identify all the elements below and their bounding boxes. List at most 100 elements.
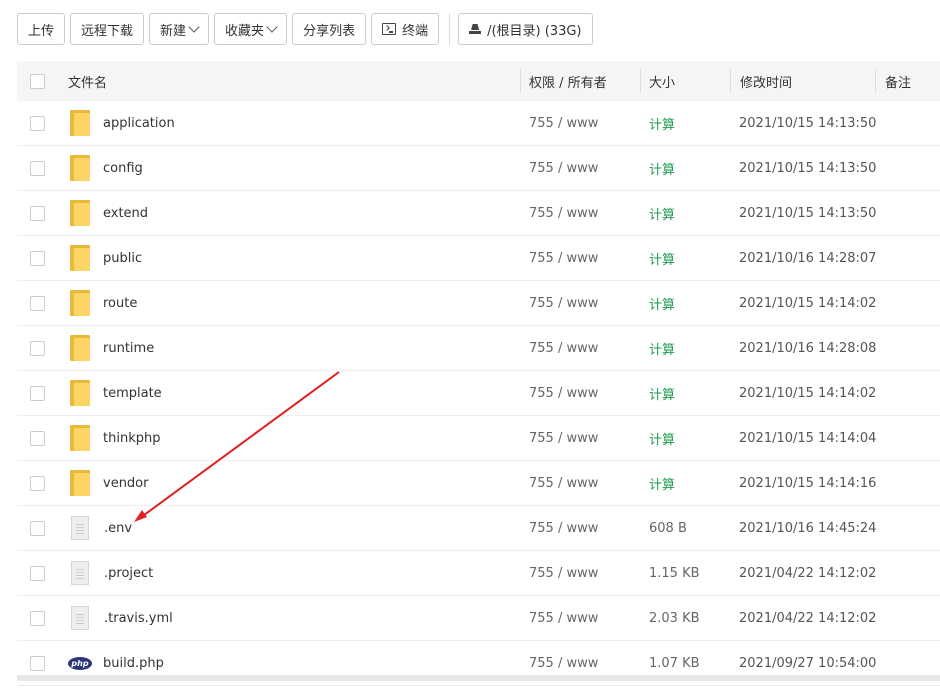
permission-owner[interactable]: 755 / www: [529, 476, 598, 491]
new-label: 新建: [160, 23, 187, 39]
file-name-cell[interactable]: .travis.yml: [68, 606, 173, 630]
file-name-cell[interactable]: runtime: [68, 335, 154, 361]
share-list-button[interactable]: 分享列表: [292, 13, 367, 45]
table-row[interactable]: application 755 / www 计算 2021/10/15 14:13:5…: [17, 101, 940, 146]
permission-owner[interactable]: 755 / www: [529, 656, 598, 671]
remote-download-button[interactable]: 远程下载: [70, 13, 145, 45]
permission-owner[interactable]: 755 / www: [529, 521, 598, 536]
file-name-cell[interactable]: extend: [68, 200, 148, 226]
file-name[interactable]: runtime: [103, 341, 154, 356]
upload-button[interactable]: 上传: [17, 13, 66, 45]
new-dropdown-button[interactable]: 新建: [149, 13, 210, 45]
permission-owner[interactable]: 755 / www: [529, 161, 598, 176]
file-name-cell[interactable]: application: [68, 110, 175, 136]
row-checkbox[interactable]: [30, 520, 45, 536]
folder-icon: [70, 155, 90, 181]
file-name-cell[interactable]: route: [68, 290, 137, 316]
file-name[interactable]: public: [103, 251, 142, 266]
file-size: 2.03 KB: [649, 610, 700, 626]
terminal-button[interactable]: 终端: [371, 13, 440, 45]
header-filename[interactable]: 文件名: [68, 72, 107, 91]
modified-time: 2021/10/15 14:13:50: [739, 160, 877, 176]
row-checkbox[interactable]: [30, 295, 45, 311]
folder-icon: [70, 335, 90, 361]
favorites-dropdown-button[interactable]: 收藏夹: [214, 13, 288, 45]
file-name[interactable]: extend: [103, 206, 148, 221]
row-checkbox[interactable]: [30, 655, 45, 671]
permission-owner[interactable]: 755 / www: [529, 386, 598, 401]
calculate-size-link[interactable]: 计算: [649, 384, 675, 403]
table-row[interactable]: thinkphp 755 / www 计算 2021/10/15 14:14:04: [17, 416, 940, 461]
row-checkbox[interactable]: [30, 205, 45, 221]
file-name[interactable]: application: [103, 116, 175, 131]
row-checkbox[interactable]: [30, 115, 45, 131]
calculate-size-link[interactable]: 计算: [649, 294, 675, 313]
table-row[interactable]: .project 755 / www 1.15 KB 2021/04/22 14:12…: [17, 551, 940, 596]
row-checkbox[interactable]: [30, 250, 45, 266]
table-row[interactable]: .travis.yml 755 / www 2.03 KB 2021/04/22 14…: [17, 596, 940, 641]
file-icon: [71, 516, 89, 540]
table-row[interactable]: template 755 / www 计算 2021/10/15 14:14:02: [17, 371, 940, 416]
calculate-size-link[interactable]: 计算: [649, 159, 675, 178]
row-checkbox[interactable]: [30, 430, 45, 446]
file-name-cell[interactable]: .project: [68, 561, 153, 585]
row-checkbox[interactable]: [30, 565, 45, 581]
header-note[interactable]: 备注: [885, 72, 911, 91]
table-row[interactable]: runtime 755 / www 计算 2021/10/16 14:28:08: [17, 326, 940, 371]
permission-owner[interactable]: 755 / www: [529, 206, 598, 221]
permission-owner[interactable]: 755 / www: [529, 611, 598, 626]
table-row[interactable]: vendor 755 / www 计算 2021/10/15 14:14:16: [17, 461, 940, 506]
calculate-size-link[interactable]: 计算: [649, 474, 675, 493]
calculate-size-link[interactable]: 计算: [649, 114, 675, 133]
row-checkbox[interactable]: [30, 385, 45, 401]
favorites-label: 收藏夹: [225, 23, 265, 39]
file-name[interactable]: .env: [104, 521, 132, 536]
permission-owner[interactable]: 755 / www: [529, 296, 598, 311]
calculate-size-link[interactable]: 计算: [649, 204, 675, 223]
row-checkbox[interactable]: [30, 340, 45, 356]
row-checkbox[interactable]: [30, 160, 45, 176]
calculate-size-link[interactable]: 计算: [649, 339, 675, 358]
column-divider: [640, 69, 641, 93]
calculate-size-link[interactable]: 计算: [649, 429, 675, 448]
permission-owner[interactable]: 755 / www: [529, 116, 598, 131]
row-checkbox[interactable]: [30, 475, 45, 491]
file-name[interactable]: config: [103, 161, 143, 176]
file-name[interactable]: vendor: [103, 476, 148, 491]
table-row[interactable]: extend 755 / www 计算 2021/10/15 14:13:50: [17, 191, 940, 236]
file-name-cell[interactable]: vendor: [68, 470, 148, 496]
file-name-cell[interactable]: thinkphp: [68, 425, 160, 451]
file-name[interactable]: .project: [104, 566, 153, 581]
permission-owner[interactable]: 755 / www: [529, 251, 598, 266]
select-all-checkbox[interactable]: [30, 73, 45, 89]
file-name[interactable]: thinkphp: [103, 431, 160, 446]
table-row[interactable]: .env 755 / www 608 B 2021/10/16 14:45:24: [17, 506, 940, 551]
file-name-cell[interactable]: template: [68, 380, 162, 406]
file-name-cell[interactable]: config: [68, 155, 143, 181]
permission-owner[interactable]: 755 / www: [529, 431, 598, 446]
permission-owner[interactable]: 755 / www: [529, 341, 598, 356]
folder-icon: [70, 380, 90, 406]
file-name[interactable]: .travis.yml: [104, 611, 173, 626]
file-name[interactable]: route: [103, 296, 137, 311]
file-name-cell[interactable]: .env: [68, 516, 132, 540]
modified-time: 2021/09/27 10:54:00: [739, 655, 877, 671]
calculate-size-link[interactable]: 计算: [649, 249, 675, 268]
table-row[interactable]: public 755 / www 计算 2021/10/16 14:28:07: [17, 236, 940, 281]
toolbar: 上传 远程下载 新建 收藏夹 分享列表 终端 /(根目录) (33G): [17, 12, 598, 46]
permission-owner[interactable]: 755 / www: [529, 566, 598, 581]
file-name-cell[interactable]: public: [68, 245, 142, 271]
table-row[interactable]: config 755 / www 计算 2021/10/15 14:13:50: [17, 146, 940, 191]
header-modified-time[interactable]: 修改时间: [740, 72, 792, 91]
modified-time: 2021/04/22 14:12:02: [739, 610, 877, 626]
header-size[interactable]: 大小: [649, 72, 675, 91]
terminal-label: 终端: [402, 23, 429, 39]
file-name[interactable]: template: [103, 386, 162, 401]
file-name[interactable]: build.php: [103, 656, 164, 671]
table-row[interactable]: route 755 / www 计算 2021/10/15 14:14:02: [17, 281, 940, 326]
row-checkbox[interactable]: [30, 610, 45, 626]
horizontal-scrollbar[interactable]: [17, 675, 940, 681]
path-disk-button[interactable]: /(根目录) (33G): [458, 13, 593, 45]
header-permission[interactable]: 权限 / 所有者: [529, 72, 607, 91]
file-name-cell[interactable]: php build.php: [68, 656, 164, 671]
